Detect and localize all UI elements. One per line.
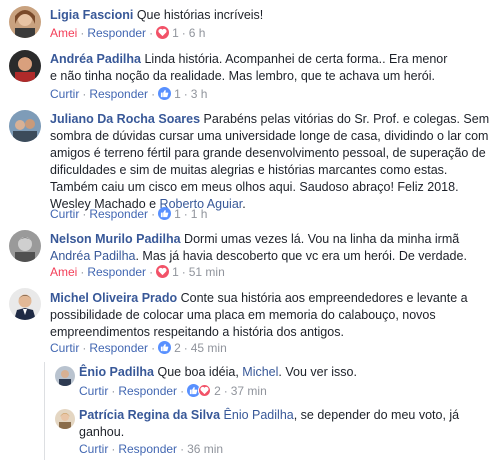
reply-text-end: . Vou ver isso.: [278, 365, 357, 379]
heart-reaction-icon[interactable]: [156, 26, 170, 39]
reply-button[interactable]: Responder: [89, 341, 148, 355]
like-button[interactable]: Curtir: [79, 384, 108, 398]
like-reaction-icon[interactable]: [158, 207, 172, 220]
timestamp[interactable]: 51 min: [189, 265, 225, 279]
comment-body: Ligia Fascioni Que histórias incríveis!: [50, 7, 480, 24]
avatar[interactable]: [9, 50, 41, 82]
reply-author[interactable]: Ênio Padilha: [79, 365, 154, 379]
comment-body: Andréa Padilha Linda história. Acompanhe…: [50, 51, 450, 85]
comment-author[interactable]: Michel Oliveira Prado: [50, 291, 177, 305]
reaction-count[interactable]: 2: [214, 384, 221, 398]
reaction-count[interactable]: 1: [174, 87, 181, 101]
reply-button[interactable]: Responder: [87, 26, 146, 40]
avatar[interactable]: [55, 366, 75, 386]
reply-button[interactable]: Responder: [118, 384, 177, 398]
reply-button[interactable]: Responder: [89, 87, 148, 101]
comment-actions: Curtir · Responder · 1 · 3 h: [50, 87, 208, 101]
timestamp[interactable]: 37 min: [231, 384, 267, 398]
comment-text: Parabéns pelas vitórias do Sr. Prof. e c…: [50, 112, 490, 211]
comment-body: Michel Oliveira Prado Conte sua história…: [50, 290, 480, 341]
love-button[interactable]: Amei: [50, 265, 77, 279]
like-button[interactable]: Curtir: [50, 341, 79, 355]
reply-author[interactable]: Patrícia Regina da Silva: [79, 408, 220, 422]
love-button[interactable]: Amei: [50, 26, 77, 40]
avatar[interactable]: [9, 110, 41, 142]
like-button[interactable]: Curtir: [79, 442, 108, 456]
like-button[interactable]: Curtir: [50, 87, 79, 101]
avatar[interactable]: [9, 288, 41, 320]
reply-button[interactable]: Responder: [118, 442, 177, 456]
comment-body: Juliano Da Rocha Soares Parabéns pelas v…: [50, 111, 490, 213]
avatar[interactable]: [9, 6, 41, 38]
comment-text: Dormi umas vezes lá. Vou na linha da min…: [180, 232, 460, 246]
comment-actions: Amei · Responder · 1 · 6 h: [50, 26, 206, 40]
mention-link[interactable]: Ênio Padilha: [224, 408, 294, 422]
timestamp[interactable]: 3 h: [191, 87, 208, 101]
timestamp[interactable]: 6 h: [189, 26, 206, 40]
reply-button[interactable]: Responder: [89, 207, 148, 221]
reaction-count[interactable]: 1: [172, 265, 179, 279]
like-button[interactable]: Curtir: [50, 207, 79, 221]
reaction-count[interactable]: 2: [174, 341, 181, 355]
reaction-count[interactable]: 1: [174, 207, 181, 221]
comment-text-end: .: [242, 197, 246, 211]
comment-author[interactable]: Nelson Murilo Padilha: [50, 232, 181, 246]
comment-text-end: . Mas já havia descoberto que vc era um …: [135, 249, 467, 263]
reply-body: Ênio Padilha Que boa idéia, Michel. Vou …: [79, 364, 479, 381]
reply-actions: Curtir · Responder · 36 min: [79, 442, 224, 456]
mention-link[interactable]: Michel: [242, 365, 278, 379]
comment-author[interactable]: Juliano Da Rocha Soares: [50, 112, 200, 126]
comment-body: Nelson Murilo Padilha Dormi umas vezes l…: [50, 231, 470, 265]
timestamp[interactable]: 45 min: [191, 341, 227, 355]
reply-thread-line: [44, 362, 45, 460]
comment-text: Que histórias incríveis!: [133, 8, 264, 22]
comment-actions: Amei · Responder · 1 · 51 min: [50, 265, 225, 279]
reply-button[interactable]: Responder: [87, 265, 146, 279]
like-reaction-icon[interactable]: [158, 341, 172, 354]
comment-author[interactable]: Andréa Padilha: [50, 52, 141, 66]
timestamp[interactable]: 36 min: [187, 442, 223, 456]
comment-actions: Curtir · Responder · 1 · 1 h: [50, 207, 208, 221]
comment-author[interactable]: Ligia Fascioni: [50, 8, 133, 22]
avatar[interactable]: [55, 409, 75, 429]
comment-actions: Curtir · Responder · 2 · 45 min: [50, 341, 227, 355]
timestamp[interactable]: 1 h: [191, 207, 208, 221]
mention-link[interactable]: Andréa Padilha: [50, 249, 135, 263]
reply-text: Que boa idéia,: [154, 365, 243, 379]
like-reaction-icon[interactable]: [158, 87, 172, 100]
heart-reaction-icon[interactable]: [198, 384, 212, 397]
reaction-count[interactable]: 1: [172, 26, 179, 40]
heart-reaction-icon[interactable]: [156, 265, 170, 278]
reply-body: Patrícia Regina da Silva Ênio Padilha, s…: [79, 407, 479, 441]
reply-actions: Curtir · Responder · 2 · 37 min: [79, 384, 267, 398]
avatar[interactable]: [9, 230, 41, 262]
